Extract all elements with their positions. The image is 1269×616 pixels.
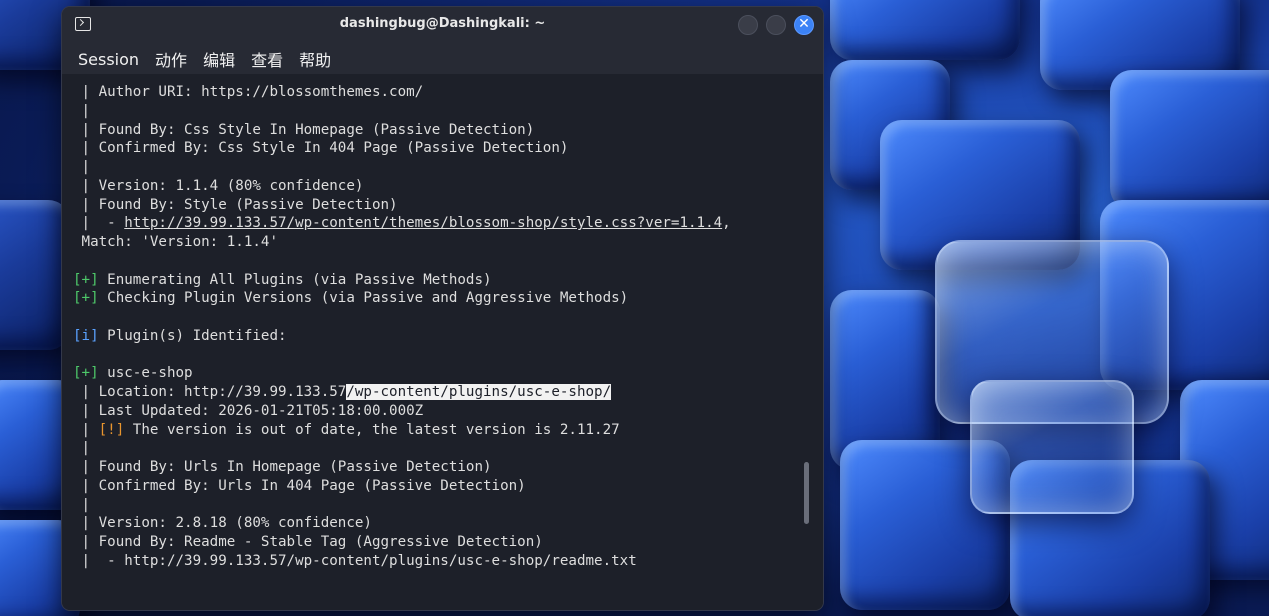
terminal-line: | Location: http://39.99.133.57/wp-conte… xyxy=(73,383,731,402)
line-text: | Location: http://39.99.133.57 xyxy=(73,384,347,400)
terminal-line: | Found By: Urls In Homepage (Passive De… xyxy=(73,459,492,475)
terminal-line: | Last Updated: 2026-01-21T05:18:00.000Z xyxy=(73,402,424,419)
terminal-line: | [!] The version is out of date, the la… xyxy=(73,421,731,440)
line-text: The version is out of date, the latest v… xyxy=(124,421,620,438)
terminal-line: [i] Plugin(s) Identified: xyxy=(73,327,731,346)
terminal-output[interactable]: | Author URI: https://blossomthemes.com/… xyxy=(62,74,823,610)
status-tag-plus: [+] xyxy=(73,365,99,382)
status-tag-plus: [+] xyxy=(73,290,99,307)
terminal-line: | xyxy=(73,496,91,513)
menu-session[interactable]: Session xyxy=(78,50,139,69)
line-text: Plugin(s) Identified: xyxy=(98,327,287,344)
maximize-button[interactable] xyxy=(766,15,786,35)
window-title: dashingbug@Dashingkali: ~ xyxy=(339,16,546,31)
terminal-line: [+] usc-e-shop xyxy=(73,364,731,383)
terminal-line: [+] Checking Plugin Versions (via Passiv… xyxy=(73,289,731,308)
scrollbar-thumb[interactable] xyxy=(804,462,809,524)
status-tag-info: [i] xyxy=(73,327,99,344)
line-prefix: | xyxy=(73,421,99,438)
terminal-line: | xyxy=(73,102,91,119)
terminal-line: | - http://39.99.133.57/wp-content/plugi… xyxy=(73,552,637,569)
terminal-line: | Author URI: https://blossomthemes.com/ xyxy=(73,84,424,100)
status-tag-warning: [!] xyxy=(98,421,125,438)
terminal-line: | Confirmed By: Urls In 404 Page (Passiv… xyxy=(73,477,526,494)
style-css-link[interactable]: http://39.99.133.57/wp-content/themes/bl… xyxy=(124,215,722,231)
line-text: Checking Plugin Versions (via Passive an… xyxy=(98,290,629,307)
terminal-line: | Found By: Readme - Stable Tag (Aggress… xyxy=(73,534,543,550)
line-text: Enumerating All Plugins (via Passive Met… xyxy=(98,271,492,288)
terminal-line: | xyxy=(73,440,91,457)
terminal-line: | - http://39.99.133.57/wp-content/theme… xyxy=(73,214,731,233)
menu-actions[interactable]: 动作 xyxy=(155,47,187,71)
status-tag-plus: [+] xyxy=(73,271,99,288)
link-suffix: , xyxy=(722,215,731,232)
terminal-line: | Confirmed By: Css Style In 404 Page (P… xyxy=(73,140,569,157)
selected-text[interactable]: /wp-content/plugins/usc-e-shop/ xyxy=(346,384,612,400)
terminal-line: | Found By: Css Style In Homepage (Passi… xyxy=(73,121,535,138)
title-bar[interactable]: dashingbug@Dashingkali: ~ ✕ xyxy=(62,7,823,44)
menu-edit[interactable]: 编辑 xyxy=(203,47,235,71)
terminal-line: | xyxy=(73,159,91,175)
plugin-name: usc-e-shop xyxy=(98,365,193,382)
menu-bar: Session 动作 编辑 查看 帮助 xyxy=(62,44,823,74)
terminal-line: | Version: 1.1.4 (80% confidence) xyxy=(73,177,364,194)
close-button[interactable]: ✕ xyxy=(794,15,814,35)
terminal-window[interactable]: dashingbug@Dashingkali: ~ ✕ Session 动作 编… xyxy=(62,7,823,610)
menu-view[interactable]: 查看 xyxy=(251,47,283,71)
terminal-line: [+] Enumerating All Plugins (via Passive… xyxy=(73,271,731,290)
terminal-line: | Found By: Style (Passive Detection) xyxy=(73,196,398,213)
minimize-button[interactable] xyxy=(738,15,758,35)
terminal-line: Match: 'Version: 1.1.4' xyxy=(73,234,278,250)
terminal-line: | Version: 2.8.18 (80% confidence) xyxy=(73,515,372,532)
line-prefix: | - xyxy=(73,215,125,232)
menu-help[interactable]: 帮助 xyxy=(299,47,331,71)
